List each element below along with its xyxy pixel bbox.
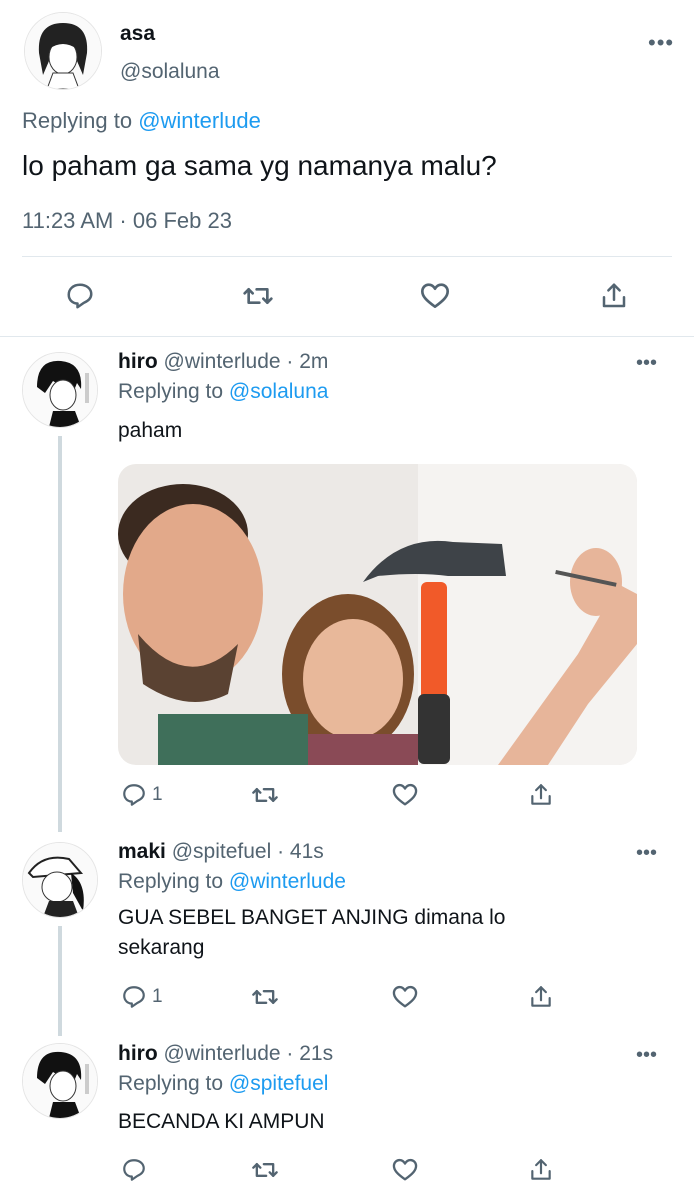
retweet-button[interactable] <box>238 276 278 316</box>
thread-line <box>58 436 62 832</box>
thread-line <box>58 926 62 1036</box>
like-icon <box>392 1158 418 1181</box>
author-meta[interactable]: @winterlude · 21s <box>164 1042 334 1065</box>
like-button[interactable] <box>385 775 425 815</box>
replying-to-link[interactable]: @spitefuel <box>229 1072 329 1095</box>
share-icon <box>531 1159 551 1180</box>
avatar[interactable] <box>22 842 98 918</box>
retweet-icon <box>252 1163 278 1177</box>
reply-icon <box>123 784 145 806</box>
more-options-icon[interactable]: ••• <box>648 30 674 56</box>
like-button[interactable] <box>415 276 455 316</box>
reply-text: paham <box>118 419 183 442</box>
reply-header: hiro @winterlude · 2m <box>118 350 328 374</box>
more-options-icon[interactable]: ••• <box>636 842 657 865</box>
replying-to: Replying to @winterlude <box>118 870 346 894</box>
author-meta[interactable]: @spitefuel · 41s <box>172 840 324 863</box>
reply-button[interactable] <box>114 775 154 815</box>
share-button[interactable] <box>594 276 634 316</box>
retweet-button[interactable] <box>245 775 285 815</box>
tweet-timestamp[interactable]: 11:23 AM · 06 Feb 23 <box>22 208 232 234</box>
divider <box>0 336 694 337</box>
replying-to-link[interactable]: @winterlude <box>229 870 346 893</box>
reply-button[interactable] <box>114 977 154 1017</box>
author-handle[interactable]: @solaluna <box>120 60 220 84</box>
reply-text: GUA SEBEL BANGET ANJING dimana lo sekara… <box>118 906 506 959</box>
replying-to-link[interactable]: @winterlude <box>138 108 261 133</box>
share-icon <box>602 283 626 308</box>
replying-to: Replying to @spitefuel <box>118 1072 328 1096</box>
more-options-icon[interactable]: ••• <box>636 1044 657 1067</box>
author-name[interactable]: asa <box>120 22 155 46</box>
replying-to-label: Replying to <box>118 870 224 893</box>
like-button[interactable] <box>385 977 425 1017</box>
divider <box>22 256 672 257</box>
retweet-icon <box>243 288 273 304</box>
retweet-button[interactable] <box>245 977 285 1017</box>
more-options-icon[interactable]: ••• <box>636 352 657 375</box>
reply-button[interactable] <box>60 276 100 316</box>
replying-to: Replying to @solaluna <box>118 380 328 404</box>
media-photo[interactable] <box>118 464 637 765</box>
retweet-icon <box>252 990 278 1004</box>
reply-icon <box>67 283 93 309</box>
avatar[interactable] <box>22 1043 98 1119</box>
avatar[interactable] <box>24 12 102 90</box>
replying-to-label: Replying to <box>118 1072 224 1095</box>
replying-to: Replying to @winterlude <box>22 108 261 134</box>
reply-icon <box>123 986 145 1008</box>
tweet-text: lo paham ga sama yg namanya malu? <box>22 150 497 181</box>
author-name[interactable]: hiro <box>118 1042 158 1065</box>
share-button[interactable] <box>521 977 561 1017</box>
share-button[interactable] <box>521 1150 561 1190</box>
like-icon <box>392 783 418 806</box>
replying-to-label: Replying to <box>118 380 224 403</box>
reply-header: hiro @winterlude · 21s <box>118 1042 333 1066</box>
like-button[interactable] <box>385 1150 425 1190</box>
author-meta[interactable]: @winterlude · 2m <box>164 350 329 373</box>
author-name[interactable]: hiro <box>118 350 158 373</box>
reply-count: 1 <box>152 784 163 805</box>
share-button[interactable] <box>521 775 561 815</box>
reply-icon <box>123 1159 145 1181</box>
reply-header: maki @spitefuel · 41s <box>118 840 324 864</box>
like-icon <box>392 985 418 1008</box>
replying-to-label: Replying to <box>22 108 133 133</box>
reply-text: BECANDA KI AMPUN <box>118 1110 325 1133</box>
retweet-button[interactable] <box>245 1150 285 1190</box>
retweet-icon <box>252 788 278 802</box>
like-icon <box>421 283 449 308</box>
avatar[interactable] <box>22 352 98 428</box>
share-icon <box>531 784 551 805</box>
replying-to-link[interactable]: @solaluna <box>229 380 329 403</box>
reply-button[interactable] <box>114 1150 154 1190</box>
author-name[interactable]: maki <box>118 840 166 863</box>
share-icon <box>531 986 551 1007</box>
reply-count: 1 <box>152 986 163 1007</box>
